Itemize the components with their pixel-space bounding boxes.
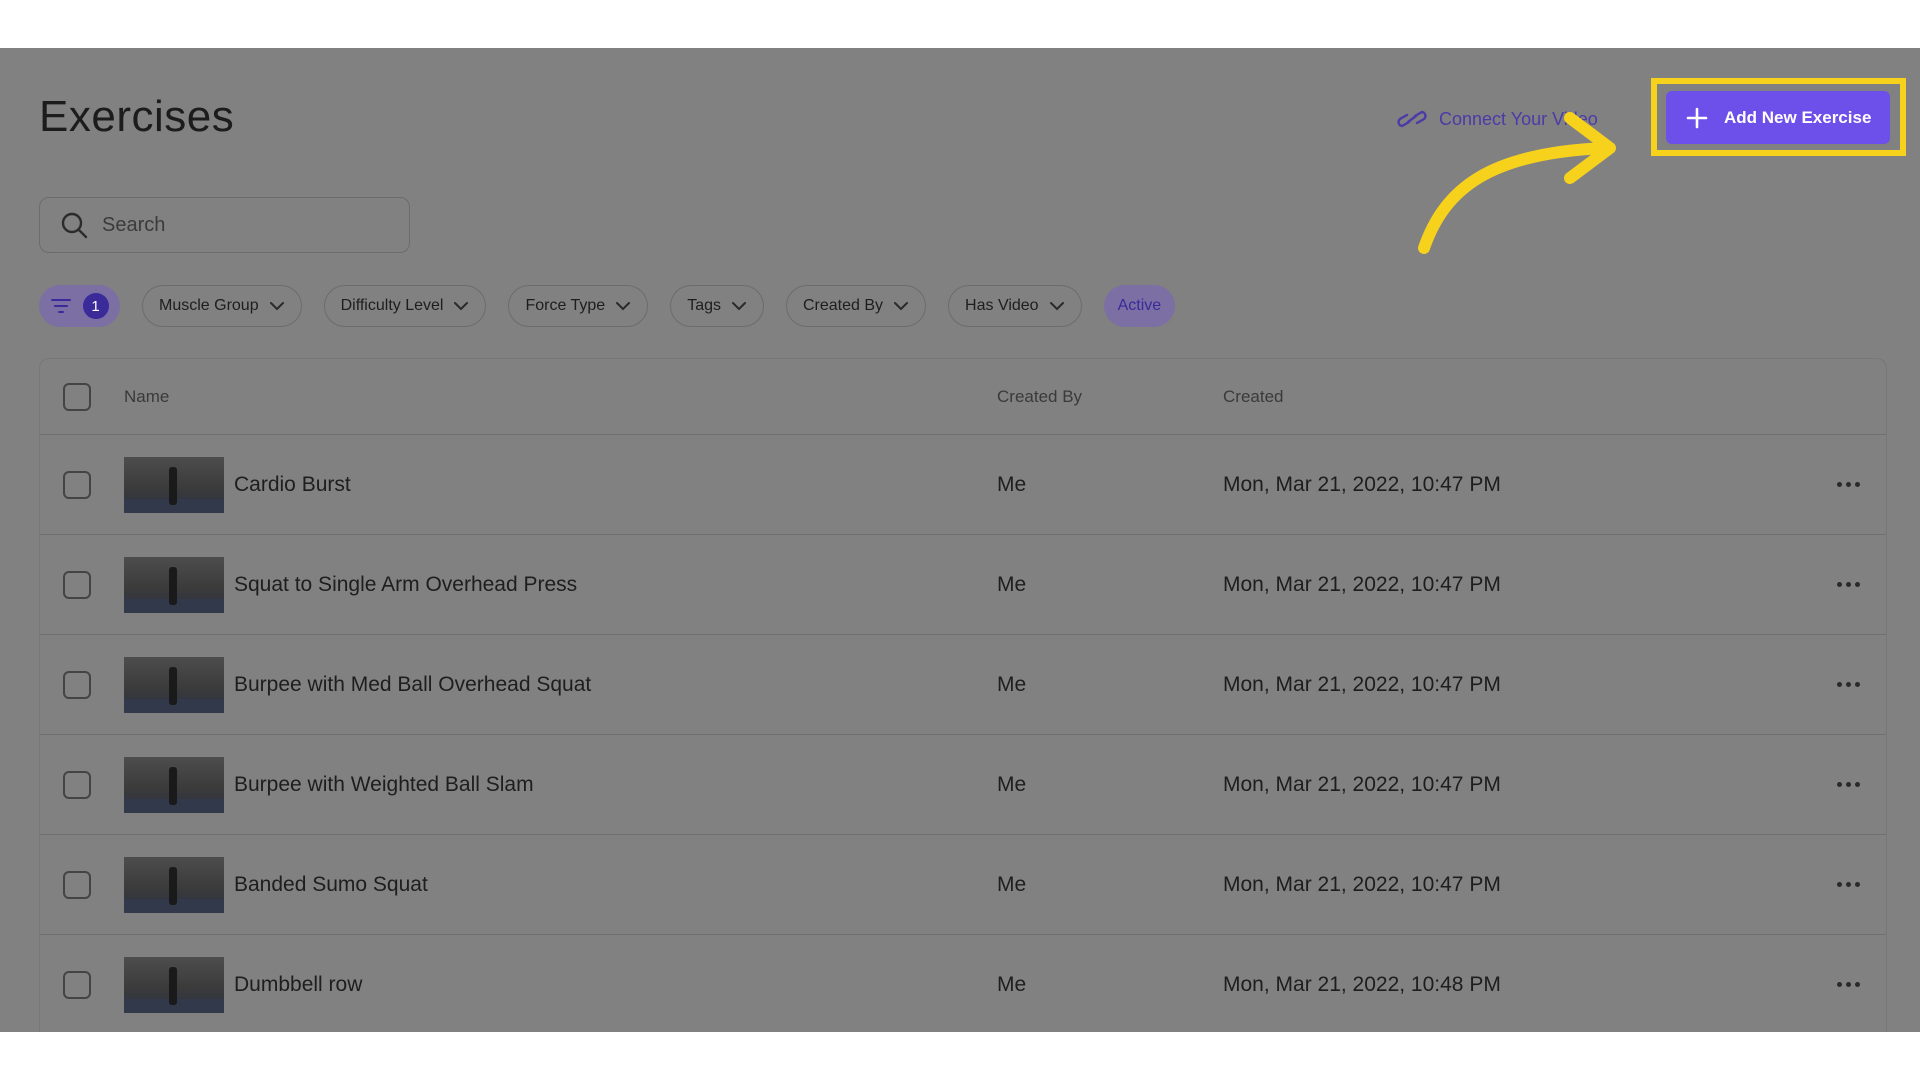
row-checkbox[interactable] bbox=[63, 470, 91, 499]
table-row[interactable]: Burpee with Med Ball Overhead Squat Me M… bbox=[40, 635, 1886, 735]
exercise-thumbnail[interactable] bbox=[124, 456, 224, 513]
filter-toggle-button[interactable]: 1 bbox=[39, 285, 120, 327]
add-new-exercise-button[interactable]: Add New Exercise bbox=[1666, 91, 1890, 144]
table-row[interactable]: Burpee with Weighted Ball Slam Me Mon, M… bbox=[40, 735, 1886, 835]
table-header: Name Created By Created bbox=[40, 359, 1886, 435]
select-all-checkbox[interactable] bbox=[63, 382, 91, 411]
more-horizontal-icon[interactable] bbox=[1837, 882, 1860, 887]
difficulty-level-filter[interactable]: Difficulty Level bbox=[323, 285, 487, 327]
column-header-name[interactable]: Name bbox=[124, 387, 169, 407]
exercise-name-cell: Burpee with Med Ball Overhead Squat bbox=[124, 656, 591, 713]
row-checkbox[interactable] bbox=[63, 870, 91, 899]
created-cell: Mon, Mar 21, 2022, 10:47 PM bbox=[1223, 472, 1501, 496]
created-cell: Mon, Mar 21, 2022, 10:48 PM bbox=[1223, 972, 1501, 996]
chip-label: Difficulty Level bbox=[340, 297, 444, 314]
table-row[interactable]: Dumbbell row Me Mon, Mar 21, 2022, 10:48… bbox=[40, 935, 1886, 1032]
table-row[interactable]: Banded Sumo Squat Me Mon, Mar 21, 2022, … bbox=[40, 835, 1886, 935]
filter-count-badge: 1 bbox=[82, 293, 109, 319]
exercises-table: Name Created By Created Cardio Burst Me … bbox=[39, 358, 1887, 1032]
created-by-cell: Me bbox=[997, 572, 1027, 596]
exercise-name-cell: Burpee with Weighted Ball Slam bbox=[124, 756, 534, 813]
created-cell: Mon, Mar 21, 2022, 10:47 PM bbox=[1223, 672, 1501, 696]
exercise-name[interactable]: Squat to Single Arm Overhead Press bbox=[234, 573, 577, 597]
chevron-down-icon bbox=[454, 302, 469, 311]
more-horizontal-icon[interactable] bbox=[1837, 782, 1860, 787]
chip-label: Force Type bbox=[525, 297, 606, 314]
created-by-cell: Me bbox=[997, 772, 1027, 796]
created-by-cell: Me bbox=[997, 872, 1027, 896]
search-field[interactable] bbox=[39, 197, 410, 253]
exercise-name[interactable]: Dumbbell row bbox=[234, 973, 362, 997]
row-checkbox[interactable] bbox=[63, 970, 91, 999]
more-horizontal-icon[interactable] bbox=[1837, 482, 1860, 487]
exercise-name[interactable]: Burpee with Med Ball Overhead Squat bbox=[234, 673, 591, 697]
page-title: Exercises bbox=[39, 92, 235, 141]
more-horizontal-icon[interactable] bbox=[1837, 982, 1860, 987]
search-icon bbox=[61, 212, 88, 239]
has-video-filter[interactable]: Has Video bbox=[948, 285, 1082, 327]
table-row[interactable]: Squat to Single Arm Overhead Press Me Mo… bbox=[40, 535, 1886, 635]
exercise-thumbnail[interactable] bbox=[124, 656, 224, 713]
page-overlay: Exercises Connect Your Video Add New Exe… bbox=[0, 48, 1920, 1032]
chevron-down-icon bbox=[1049, 302, 1064, 311]
row-checkbox[interactable] bbox=[63, 570, 91, 599]
chip-label: Created By bbox=[803, 297, 884, 314]
created-by-cell: Me bbox=[997, 472, 1027, 496]
created-cell: Mon, Mar 21, 2022, 10:47 PM bbox=[1223, 572, 1501, 596]
chevron-down-icon bbox=[894, 302, 909, 311]
exercise-thumbnail[interactable] bbox=[124, 856, 224, 913]
created-by-filter[interactable]: Created By bbox=[786, 285, 927, 327]
force-type-filter[interactable]: Force Type bbox=[508, 285, 649, 327]
exercise-name-cell: Cardio Burst bbox=[124, 456, 351, 513]
more-horizontal-icon[interactable] bbox=[1837, 682, 1860, 687]
search-input[interactable] bbox=[102, 213, 382, 237]
tags-filter[interactable]: Tags bbox=[670, 285, 764, 327]
exercise-thumbnail[interactable] bbox=[124, 556, 224, 613]
table-row[interactable]: Cardio Burst Me Mon, Mar 21, 2022, 10:47… bbox=[40, 435, 1886, 535]
exercise-name-cell: Squat to Single Arm Overhead Press bbox=[124, 556, 577, 613]
column-header-created-by[interactable]: Created By bbox=[997, 387, 1082, 407]
annotation-arrow-icon bbox=[1418, 112, 1616, 254]
filter-icon bbox=[50, 299, 71, 313]
chevron-down-icon bbox=[269, 302, 284, 311]
exercise-name[interactable]: Cardio Burst bbox=[234, 473, 351, 497]
chip-label: Tags bbox=[687, 297, 721, 314]
exercise-name-cell: Dumbbell row bbox=[124, 956, 362, 1013]
chip-label: Has Video bbox=[965, 297, 1039, 314]
active-filter-chip[interactable]: Active bbox=[1103, 285, 1176, 327]
plus-icon bbox=[1686, 107, 1708, 128]
column-header-created[interactable]: Created bbox=[1223, 387, 1283, 407]
filter-bar: 1 Muscle Group Difficulty Level Force Ty… bbox=[39, 285, 1176, 327]
chevron-down-icon bbox=[732, 302, 746, 311]
chip-label: Muscle Group bbox=[159, 297, 259, 314]
row-checkbox[interactable] bbox=[63, 770, 91, 799]
add-new-exercise-label: Add New Exercise bbox=[1724, 107, 1872, 127]
exercise-thumbnail[interactable] bbox=[124, 756, 224, 813]
exercise-thumbnail[interactable] bbox=[124, 956, 224, 1013]
exercise-name[interactable]: Banded Sumo Squat bbox=[234, 873, 428, 897]
created-by-cell: Me bbox=[997, 672, 1027, 696]
row-checkbox[interactable] bbox=[63, 670, 91, 699]
created-by-cell: Me bbox=[997, 972, 1027, 996]
more-horizontal-icon[interactable] bbox=[1837, 582, 1860, 587]
created-cell: Mon, Mar 21, 2022, 10:47 PM bbox=[1223, 872, 1501, 896]
exercise-name[interactable]: Burpee with Weighted Ball Slam bbox=[234, 773, 534, 797]
chevron-down-icon bbox=[616, 302, 631, 311]
created-cell: Mon, Mar 21, 2022, 10:47 PM bbox=[1223, 772, 1501, 796]
muscle-group-filter[interactable]: Muscle Group bbox=[142, 285, 302, 327]
exercise-name-cell: Banded Sumo Squat bbox=[124, 856, 428, 913]
